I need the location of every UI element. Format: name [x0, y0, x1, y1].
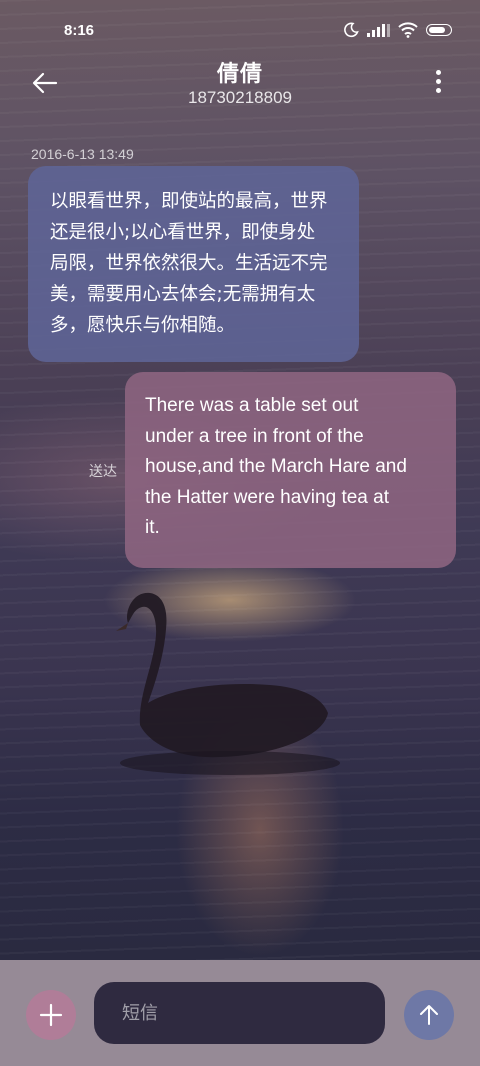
- conversation-header: 倩倩 18730218809: [0, 54, 480, 114]
- outgoing-message-bubble[interactable]: There was a table set out under a tree i…: [125, 372, 456, 568]
- plus-icon: [39, 1003, 63, 1027]
- status-bar: 8:16: [0, 0, 480, 62]
- delivery-status: 送达: [89, 464, 117, 480]
- message-line: under a tree in front of the: [145, 425, 364, 447]
- status-time: 8:16: [64, 22, 95, 39]
- message-line: 还是很小;以心看世界，即使身处: [50, 222, 316, 243]
- status-icons: [343, 22, 452, 38]
- add-attachment-button[interactable]: [26, 990, 76, 1040]
- incoming-message-bubble[interactable]: 以眼看世界，即使站的最高，世界 还是很小;以心看世界，即使身处 局限，世界依然很…: [28, 166, 359, 362]
- message-line: There was a table set out: [145, 395, 359, 416]
- more-vertical-icon[interactable]: [434, 70, 442, 96]
- moon-icon: [344, 22, 359, 38]
- message-input[interactable]: [94, 982, 385, 1044]
- message-line: 多，愿快乐与你相随。: [50, 315, 236, 336]
- message-line: 美，需要用心去体会;无需拥有太: [50, 284, 316, 305]
- arrow-up-icon: [420, 1005, 438, 1025]
- message-line: house,and the March Hare and: [145, 456, 407, 477]
- message-line: 局限，世界依然很大。生活远不完: [50, 253, 328, 274]
- send-button[interactable]: [404, 990, 454, 1040]
- battery-icon: [426, 24, 452, 36]
- composer-bar: [0, 960, 480, 1066]
- message-line: the Hatter were having tea at: [145, 486, 389, 508]
- message-line: 以眼看世界，即使站的最高，世界: [50, 191, 328, 212]
- message-timestamp: 2016-6-13 13:49: [31, 146, 134, 162]
- wifi-icon: [398, 22, 418, 38]
- contact-name: 倩倩: [216, 62, 263, 87]
- message-line: it.: [145, 517, 160, 538]
- swan-silhouette-image: [116, 592, 340, 775]
- contact-number: 18730218809: [187, 88, 292, 107]
- signal-icon: [367, 23, 390, 37]
